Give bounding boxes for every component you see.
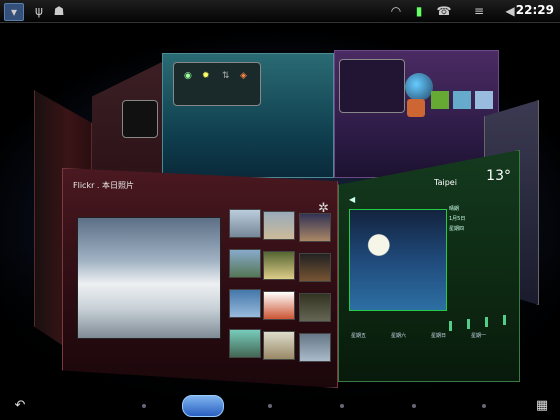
- gps-toggle-icon: ◈: [240, 71, 247, 81]
- photo-thumbnail[interactable]: [229, 329, 261, 358]
- photo-thumbnail[interactable]: [263, 211, 295, 240]
- photo-thumbnail[interactable]: [229, 289, 261, 318]
- page-indicator[interactable]: [340, 404, 344, 408]
- page-indicator[interactable]: [268, 404, 272, 408]
- forecast-day: 星期日: [431, 333, 447, 339]
- photo-thumb[interactable]: [453, 91, 471, 109]
- photo-thumbnail[interactable]: [229, 209, 261, 238]
- globe-icon: [405, 73, 433, 101]
- battery-icon: ▮: [415, 4, 423, 18]
- weather-city: Taipei: [434, 178, 457, 187]
- left-back-panel[interactable]: [92, 62, 162, 177]
- sync-toggle-icon: ⇅: [222, 71, 230, 81]
- weather-date: 1月5日: [449, 216, 466, 222]
- contacts-widget[interactable]: [339, 59, 405, 113]
- app-icon[interactable]: [407, 99, 425, 117]
- forecast-bar: [485, 317, 488, 327]
- flickr-photo-panel[interactable]: Flickr . 本日照片 ✲: [62, 168, 338, 388]
- weather-moon-image: [349, 209, 447, 311]
- teal-back-panel[interactable]: ◉ ✹ ⇅ ◈: [162, 53, 334, 178]
- photo-thumbnail[interactable]: [299, 293, 331, 322]
- photo-thumbnail[interactable]: [299, 333, 331, 362]
- weather-panel[interactable]: Taipei 13° ◀ 晴朗 1月5日 星期四 星期五 星期六 星期日 星期一: [338, 150, 520, 382]
- toggle-widget[interactable]: ◉ ✹ ⇅ ◈: [173, 62, 261, 106]
- forecast-day: 星期五: [351, 333, 367, 339]
- photo-thumbnail[interactable]: [263, 251, 295, 280]
- page-indicator[interactable]: [142, 404, 146, 408]
- photo-thumbnail[interactable]: [229, 249, 261, 278]
- photo-thumbnail[interactable]: [263, 331, 295, 360]
- wifi-icon: ◠: [390, 4, 402, 18]
- clock-time: 22:29: [515, 3, 554, 17]
- weather-weekday: 星期四: [449, 226, 465, 232]
- panel-title: Flickr . 本日照片: [73, 181, 134, 190]
- wifi-toggle-icon: ◉: [184, 71, 192, 81]
- forecast-day: 星期六: [391, 333, 407, 339]
- forecast-bar: [449, 321, 452, 331]
- featured-photo[interactable]: [77, 217, 221, 339]
- app-drawer-button[interactable]: ▦: [532, 398, 552, 416]
- notification-icon: ≡: [473, 4, 485, 18]
- weather-temperature: 13°: [486, 168, 511, 184]
- mini-widget: [122, 100, 158, 138]
- home-screen-switcher-button[interactable]: [182, 395, 224, 417]
- photo-thumb[interactable]: [475, 91, 493, 109]
- status-bar: ▾ ψ ☗ ◠ ▮ ☎ ≡ ◀ 22:29: [0, 0, 560, 23]
- weather-condition: 晴朗: [449, 206, 460, 212]
- page-indicator[interactable]: [482, 404, 486, 408]
- back-arrow-icon[interactable]: ◀: [349, 195, 355, 204]
- back-button[interactable]: ↶: [10, 398, 30, 416]
- forecast-bar: [467, 319, 470, 329]
- photo-thumbnail[interactable]: [299, 253, 331, 282]
- page-indicator[interactable]: [412, 404, 416, 408]
- photo-thumbnail[interactable]: [263, 291, 295, 320]
- usb-icon: ψ: [35, 4, 43, 18]
- phone-icon: ☎: [436, 4, 452, 18]
- screen-root: ▾ ψ ☗ ◠ ▮ ☎ ≡ ◀ 22:29 ◉ ✹ ⇅ ◈ Flickr . 本…: [0, 0, 560, 420]
- forecast-day: 星期一: [471, 333, 487, 339]
- brightness-toggle-icon: ✹: [202, 71, 210, 81]
- photo-thumb[interactable]: [431, 91, 449, 109]
- forecast-bar: [503, 315, 506, 325]
- menu-icon[interactable]: ▾: [4, 3, 24, 21]
- android-debug-icon: ☗: [53, 4, 65, 18]
- photo-thumbnail[interactable]: [299, 213, 331, 242]
